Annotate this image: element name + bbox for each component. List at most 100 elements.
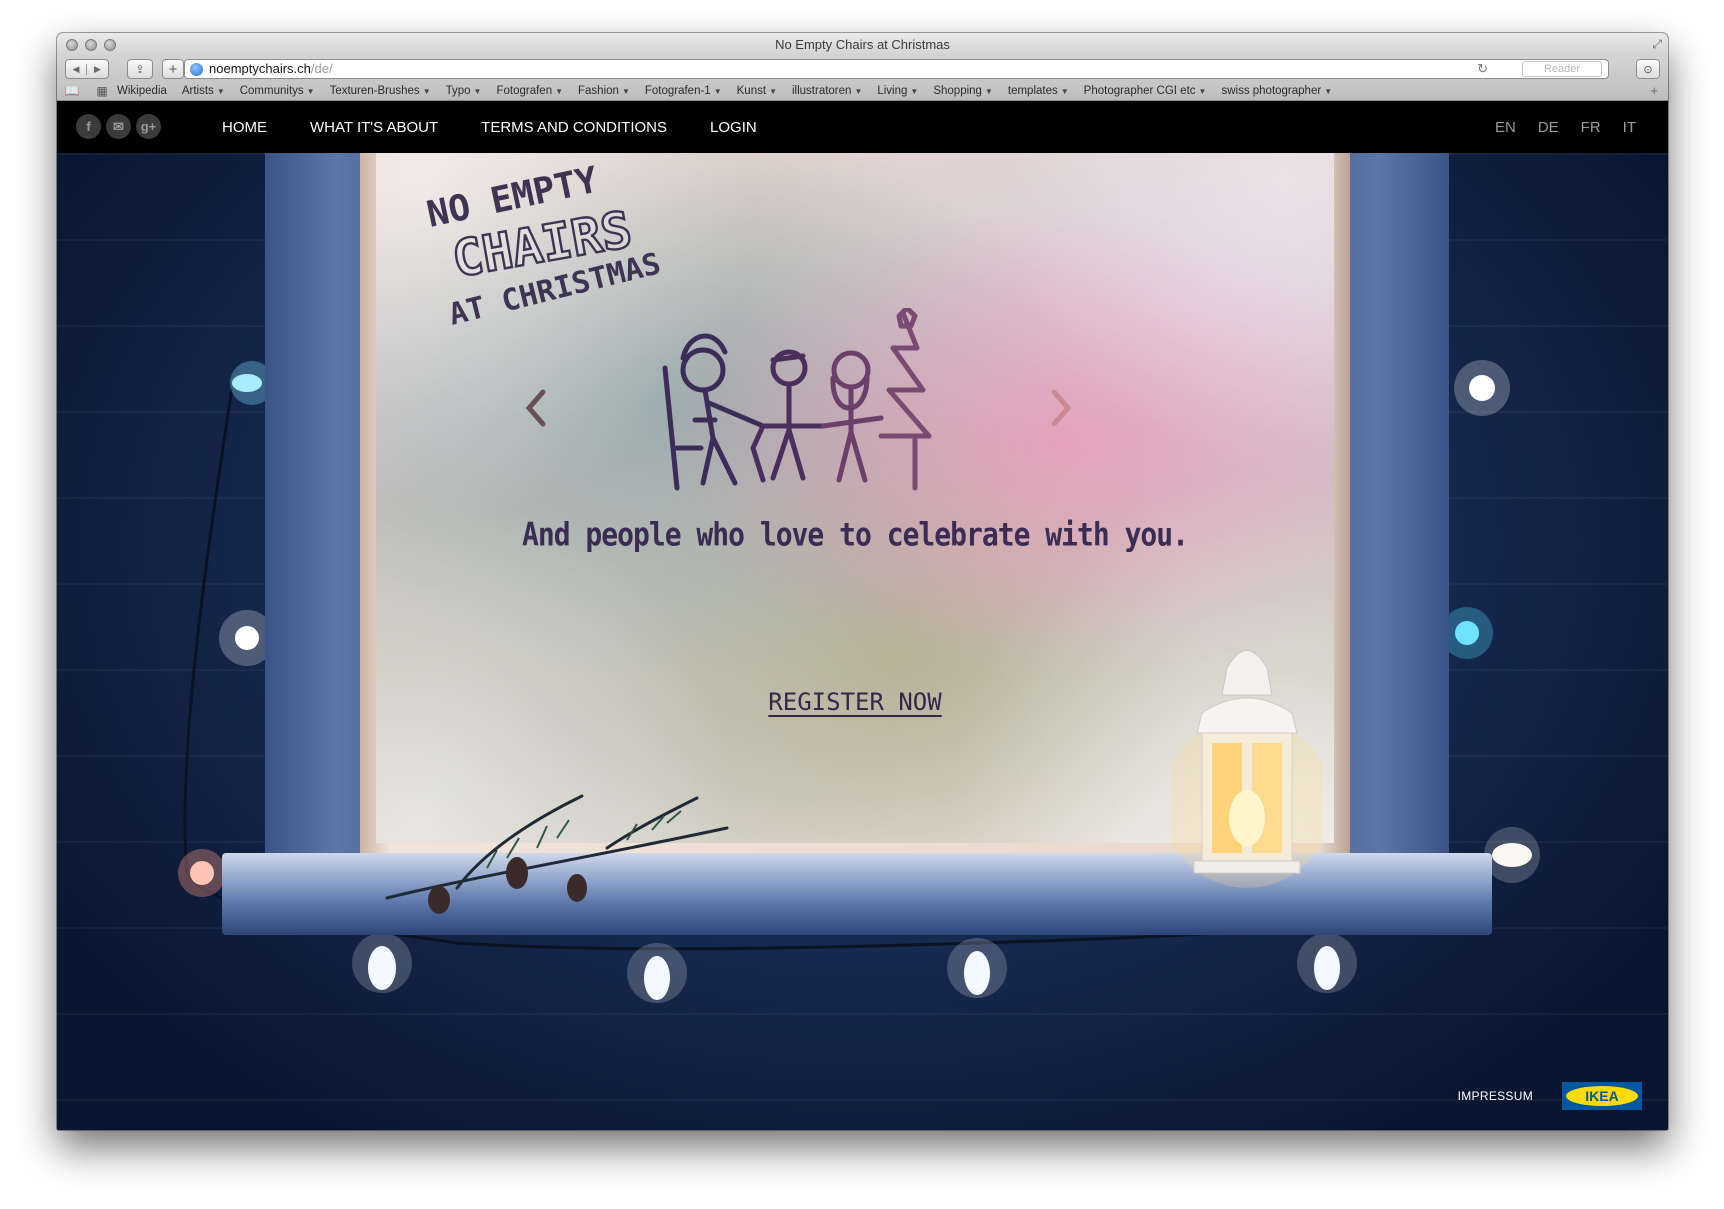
minimize-window-button[interactable] <box>85 39 97 51</box>
chevron-down-icon: ▼ <box>769 86 777 96</box>
google-plus-icon[interactable]: g+ <box>136 114 161 139</box>
chevron-down-icon: ▼ <box>621 86 630 96</box>
bookmark-label: Fotografen <box>496 84 553 97</box>
share-icon: ⇪ <box>135 63 145 76</box>
language-de[interactable]: DE <box>1538 119 1559 136</box>
globe-icon <box>190 63 203 76</box>
bookmark-item[interactable]: Shopping ▼ <box>933 85 993 97</box>
reload-icon[interactable]: ↻ <box>1477 60 1488 78</box>
browser-window: No Empty Chairs at Christmas ⤢ ◀ ▶ ⇪ + n… <box>57 33 1668 1130</box>
bookmark-label: Fotografen-1 <box>644 84 711 97</box>
bookmark-item[interactable]: Wikipedia <box>117 85 167 97</box>
bulb-icon <box>627 943 687 1003</box>
nav-home[interactable]: HOME <box>222 119 267 136</box>
chevron-down-icon: ▼ <box>422 86 431 96</box>
language-switcher: EN DE FR IT <box>1473 101 1636 153</box>
nav-login[interactable]: LOGIN <box>710 119 757 136</box>
chevron-down-icon: ▼ <box>1060 86 1069 96</box>
url-path: /de/ <box>310 61 333 76</box>
reading-list-icon[interactable]: 📖 <box>57 84 87 98</box>
nav-terms-and-conditions[interactable]: TERMS AND CONDITIONS <box>481 119 667 136</box>
bookmark-item[interactable]: Fotografen ▼ <box>496 85 563 97</box>
bookmark-label: Texturen-Brushes <box>329 84 420 97</box>
chevron-down-icon: ▼ <box>713 86 722 96</box>
bookmark-item[interactable]: Photographer CGI etc ▼ <box>1084 85 1207 97</box>
bookmark-item[interactable]: Texturen-Brushes ▼ <box>330 85 431 97</box>
bulb-icon <box>178 849 226 897</box>
ikea-logo[interactable]: IKEA <box>1562 1082 1642 1110</box>
plus-icon: + <box>168 60 178 78</box>
bookmark-label: illustratoren <box>791 84 852 97</box>
bookmark-item[interactable]: swiss photographer ▼ <box>1221 85 1332 97</box>
zoom-window-button[interactable] <box>104 39 116 51</box>
bookmark-list: Wikipedia Artists ▼ Communitys ▼ Texturen-Bru… <box>117 85 1347 97</box>
back-forward-buttons: ◀ ▶ <box>65 59 109 79</box>
carousel-next-arrow-icon[interactable] <box>1048 388 1076 428</box>
chevron-down-icon: ▼ <box>216 86 225 96</box>
bookmark-label: Wikipedia <box>117 84 167 97</box>
add-bookmark-button[interactable]: + <box>162 59 184 79</box>
fullscreen-icon[interactable]: ⤢ <box>1652 37 1662 52</box>
bulb-icon <box>1297 933 1357 993</box>
chevron-down-icon: ▼ <box>854 86 863 96</box>
bookmark-item[interactable]: Fashion ▼ <box>578 85 630 97</box>
email-icon[interactable]: ✉ <box>106 114 131 139</box>
pinecone-icon <box>567 874 587 902</box>
bookmark-item[interactable]: Typo ▼ <box>446 85 482 97</box>
main-navigation: HOME WHAT IT'S ABOUT TERMS AND CONDITIONS L… <box>222 101 800 153</box>
bookmark-item[interactable]: Fotografen-1 ▼ <box>645 85 722 97</box>
bookmark-label: Photographer CGI etc <box>1083 84 1196 97</box>
bookmark-label: Kunst <box>736 84 767 97</box>
chevron-down-icon: ▼ <box>984 86 993 96</box>
bulb-icon <box>1484 827 1540 883</box>
language-it[interactable]: IT <box>1623 119 1636 136</box>
pinecone-icon <box>428 886 450 914</box>
bulb-icon <box>1454 360 1510 416</box>
bookmark-label: Communitys <box>239 84 304 97</box>
hero-scene: NO EMPTY CHAIRS AT CHRISTMAS And people … <box>57 153 1668 1130</box>
chevron-down-icon: ▼ <box>1198 86 1207 96</box>
bookmarks-bar: 📖 ▦ Wikipedia Artists ▼ Communitys ▼ Texturen… <box>57 81 1668 101</box>
bookmark-item[interactable]: Communitys ▼ <box>240 85 315 97</box>
language-en[interactable]: EN <box>1495 119 1516 136</box>
carousel-prev-arrow-icon[interactable] <box>521 388 549 428</box>
nav-what-it-s-about[interactable]: WHAT IT'S ABOUT <box>310 119 438 136</box>
site-navbar: f ✉ g+ HOME WHAT IT'S ABOUT TERMS AND CONDIT… <box>57 101 1668 153</box>
close-window-button[interactable] <box>66 39 78 51</box>
bookmark-item[interactable]: Kunst ▼ <box>737 85 777 97</box>
chevron-down-icon: ▼ <box>1324 86 1333 96</box>
facebook-icon[interactable]: f <box>76 114 101 139</box>
add-tab-icon[interactable]: + <box>1650 83 1658 98</box>
no-empty-chairs-logo: NO EMPTY CHAIRS AT CHRISTMAS <box>424 165 664 333</box>
pinecone-icon <box>506 857 528 889</box>
window-title: No Empty Chairs at Christmas <box>775 37 950 52</box>
share-button[interactable]: ⇪ <box>127 59 153 79</box>
downloads-button[interactable]: ⊙ <box>1636 59 1660 79</box>
language-fr[interactable]: FR <box>1581 119 1601 136</box>
bookmark-item[interactable]: templates ▼ <box>1008 85 1069 97</box>
pine-branch-decoration <box>385 794 729 914</box>
chevron-down-icon: ▼ <box>473 86 482 96</box>
bookmark-item[interactable]: Living ▼ <box>877 85 918 97</box>
top-sites-icon[interactable]: ▦ <box>87 84 117 98</box>
back-arrow-icon[interactable]: ◀ <box>66 63 87 75</box>
bookmark-item[interactable]: Artists ▼ <box>182 85 225 97</box>
lantern-decoration <box>1172 650 1322 888</box>
impressum-link[interactable]: IMPRESSUM <box>1458 1089 1533 1103</box>
family-drawing <box>662 308 932 491</box>
window-controls <box>66 39 116 51</box>
download-icon: ⊙ <box>1643 63 1653 76</box>
bookmark-label: Artists <box>181 84 214 97</box>
reader-button[interactable]: Reader <box>1522 61 1602 77</box>
chevron-down-icon: ▼ <box>555 86 564 96</box>
bookmark-label: templates <box>1007 84 1058 97</box>
social-links: f ✉ g+ <box>76 114 161 139</box>
ikea-logo-text: IKEA <box>1585 1088 1618 1104</box>
bulb-icon <box>352 933 412 993</box>
bookmark-item[interactable]: illustratoren ▼ <box>792 85 862 97</box>
forward-arrow-icon[interactable]: ▶ <box>87 64 108 75</box>
chevron-down-icon: ▼ <box>306 86 315 96</box>
title-bar: No Empty Chairs at Christmas ⤢ <box>57 33 1668 57</box>
bulb-icon <box>947 938 1007 998</box>
address-bar[interactable]: noemptychairs.ch/de/ ↻ Reader <box>184 59 1609 79</box>
